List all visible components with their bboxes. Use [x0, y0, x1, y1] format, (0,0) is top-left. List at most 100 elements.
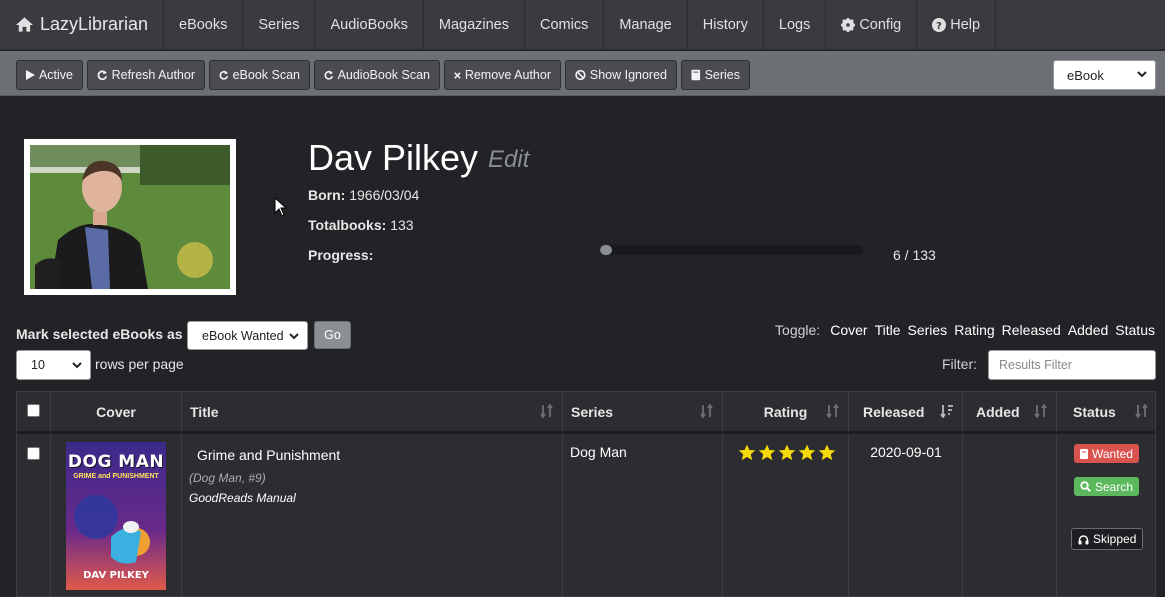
select-all-header: [17, 392, 51, 432]
show-ignored-button[interactable]: Show Ignored: [565, 60, 677, 90]
toggle-added[interactable]: Added: [1068, 322, 1108, 338]
progress-text: 6 / 133: [893, 247, 936, 263]
nav-manage[interactable]: Manage: [604, 0, 688, 49]
nav-history-label: History: [702, 16, 748, 33]
sort-icon: [1135, 404, 1148, 418]
column-header-title[interactable]: Title: [182, 392, 563, 432]
refresh-author-button[interactable]: Refresh Author: [87, 60, 205, 90]
toggle-title[interactable]: Title: [875, 322, 901, 338]
nav-ebooks[interactable]: eBooks: [164, 0, 244, 49]
rows-per-page-value: 10: [31, 358, 45, 372]
nav-comics-label: Comics: [540, 16, 589, 33]
close-icon: [454, 71, 461, 79]
progress-line: Progress:: [308, 247, 373, 263]
ebook-scan-button[interactable]: eBook Scan: [209, 60, 310, 90]
remove-author-button[interactable]: Remove Author: [444, 60, 561, 90]
type-select[interactable]: eBook: [1053, 60, 1156, 90]
totalbooks-value: 133: [390, 217, 414, 233]
sort-icon: [826, 404, 839, 418]
nav-magazines-label: Magazines: [438, 16, 509, 33]
toggle-released[interactable]: Released: [1002, 322, 1061, 338]
status-header-label: Status: [1073, 404, 1116, 420]
mark-status-select[interactable]: eBook Wanted: [187, 321, 308, 350]
audiobook-scan-button[interactable]: AudioBook Scan: [314, 60, 440, 90]
star-icon: [758, 444, 776, 461]
rating-cell: [723, 434, 849, 597]
star-icon: [738, 444, 756, 461]
nav-history[interactable]: History: [688, 0, 764, 49]
toggle-status[interactable]: Status: [1115, 322, 1155, 338]
toggle-series[interactable]: Series: [908, 322, 948, 338]
brand-name: LazyLibrarian: [39, 14, 148, 34]
author-photo-image: [30, 145, 230, 289]
nav-comics[interactable]: Comics: [525, 0, 605, 49]
nav-audiobooks[interactable]: AudioBooks: [315, 0, 424, 49]
chevron-down-icon: [289, 333, 299, 340]
column-header-cover[interactable]: Cover: [51, 392, 182, 432]
ban-icon: [575, 69, 586, 81]
play-icon: [26, 70, 35, 80]
active-button[interactable]: Active: [16, 60, 83, 90]
ebook-scan-label: eBook Scan: [232, 68, 300, 82]
nav-config-label: Config: [859, 16, 902, 33]
chevron-down-icon: [72, 362, 82, 369]
nav-help-label: Help: [950, 16, 981, 33]
headphones-icon: [1078, 534, 1089, 544]
series-link[interactable]: Dog Man: [570, 444, 627, 460]
toggle-rating[interactable]: Rating: [954, 322, 994, 338]
totalbooks-line: Totalbooks: 133: [308, 217, 414, 233]
released-header-label: Released: [863, 404, 925, 420]
results-filter-input[interactable]: Results Filter: [988, 350, 1156, 380]
series-button[interactable]: Series: [681, 60, 750, 90]
nav-help[interactable]: ? Help: [917, 0, 997, 49]
author-photo: [24, 139, 236, 295]
added-cell: [963, 434, 1057, 597]
nav-series[interactable]: Series: [243, 0, 316, 49]
home-icon: [15, 17, 33, 32]
toggle-label: Toggle:: [775, 322, 821, 338]
author-portrait: [30, 145, 230, 289]
brand-link[interactable]: LazyLibrarian: [0, 0, 164, 49]
show-ignored-label: Show Ignored: [589, 68, 667, 82]
nav-logs[interactable]: Logs: [764, 0, 827, 49]
column-header-added[interactable]: Added: [963, 392, 1057, 432]
select-all-checkbox[interactable]: [27, 404, 40, 417]
nav-magazines[interactable]: Magazines: [424, 0, 525, 49]
cover-author-text: DAV PILKEY: [83, 570, 149, 581]
book-source: GoodReads Manual: [189, 491, 296, 505]
toolbar: Active Refresh Author eBook Scan AudioBo…: [0, 51, 1165, 96]
sort-icon: [540, 404, 553, 418]
rows-per-page-select[interactable]: 10: [16, 350, 91, 380]
search-button[interactable]: Search: [1074, 477, 1140, 496]
status-cell: Wanted Search Skipped: [1057, 434, 1157, 597]
star-icon: [818, 444, 836, 461]
column-header-status[interactable]: Status: [1057, 392, 1157, 432]
edit-author-link[interactable]: Edit: [488, 146, 529, 174]
progress-label: Progress:: [308, 247, 374, 263]
book-title-link[interactable]: Grime and Punishment: [197, 447, 340, 463]
nav-config[interactable]: Config: [826, 0, 918, 49]
nav-logs-label: Logs: [778, 16, 811, 33]
go-button[interactable]: Go: [314, 321, 351, 349]
audio-skipped-label: Skipped: [1093, 532, 1137, 546]
sort-icon: [1034, 404, 1047, 418]
born-line: Born: 1966/03/04: [308, 187, 419, 203]
navbar: LazyLibrarian eBooks Series AudioBooks M…: [0, 0, 1165, 50]
book-icon: [1080, 448, 1088, 459]
rating-header-label: Rating: [763, 404, 808, 420]
column-header-rating[interactable]: Rating: [723, 392, 849, 432]
book-cover[interactable]: DOG MAN GRIME and PUNISHMENT DAV PILKEY: [66, 442, 166, 590]
author-name: Dav Pilkey: [308, 137, 479, 178]
rows-per-page-label: rows per page: [95, 356, 184, 372]
svg-text:?: ?: [936, 21, 942, 32]
gear-icon: [841, 17, 856, 32]
row-select-checkbox[interactable]: [27, 447, 40, 460]
column-header-released[interactable]: Released: [849, 392, 963, 432]
star-icon: [798, 444, 816, 461]
column-header-series[interactable]: Series: [563, 392, 723, 432]
nav-audiobooks-label: AudioBooks: [330, 16, 408, 33]
audio-skipped-badge[interactable]: Skipped: [1071, 528, 1144, 550]
toggle-cover[interactable]: Cover: [830, 322, 867, 338]
table-row-select-cell: [17, 434, 51, 597]
status-wanted-badge[interactable]: Wanted: [1074, 444, 1139, 463]
